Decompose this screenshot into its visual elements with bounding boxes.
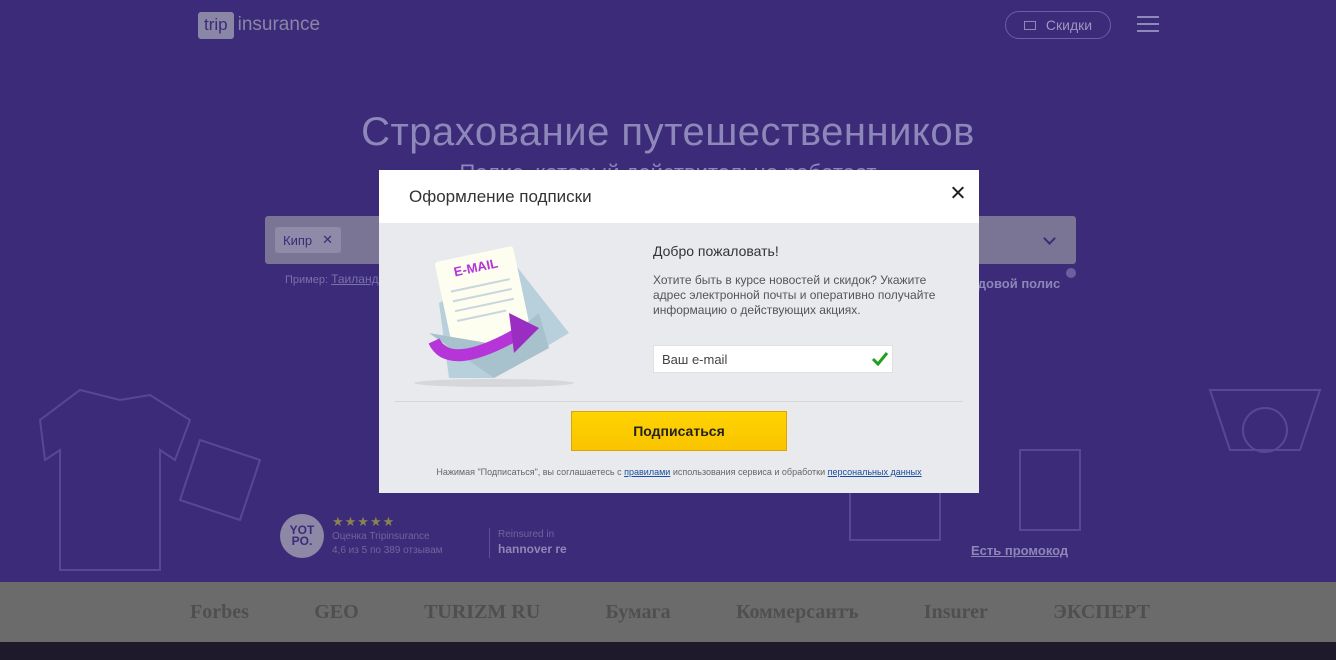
modal-header: Оформление подписки [379,170,979,223]
email-field-wrapper [653,345,893,373]
subscription-modal: Оформление подписки E-MAIL Добро пожалов… [379,170,979,493]
rules-link[interactable]: правилами [624,467,670,477]
personal-data-link[interactable]: персональных данных [828,467,922,477]
modal-title: Оформление подписки [409,187,592,206]
legal-text: Нажимая "Подписаться", вы соглашаетесь с… [379,467,979,477]
modal-divider [395,401,963,402]
legal-middle: использования сервиса и обработки [672,467,826,477]
check-icon [871,352,889,367]
email-field[interactable] [654,346,864,372]
subscription-description: Хотите быть в курсе новостей и скидок? У… [653,273,936,317]
envelope-illustration: E-MAIL [414,246,574,387]
legal-prefix: Нажимая "Подписаться", вы соглашаетесь с [436,467,622,477]
subscribe-button[interactable]: Подписаться [571,411,787,451]
close-icon[interactable] [947,182,969,204]
welcome-heading: Добро пожаловать! [653,243,779,259]
